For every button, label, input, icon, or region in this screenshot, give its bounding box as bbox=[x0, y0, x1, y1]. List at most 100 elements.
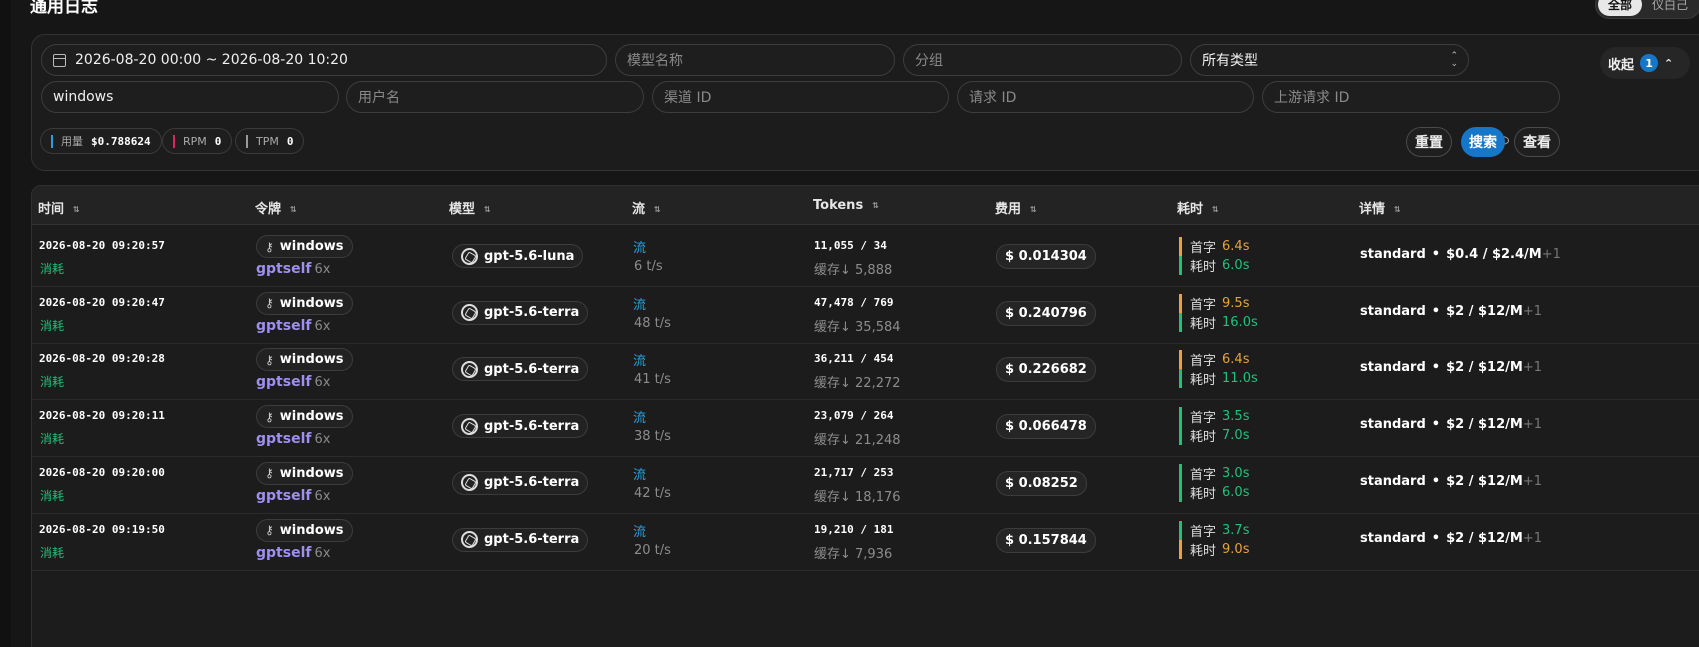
first-token-latency: 首字 9.5s bbox=[1179, 293, 1249, 313]
request-id-input[interactable]: 请求 ID bbox=[957, 81, 1254, 113]
group-label: gptself 6x bbox=[256, 317, 331, 334]
view-toggle-mine[interactable]: 仪白己 bbox=[1642, 0, 1698, 16]
date-range-picker[interactable]: 2026-08-20 00:00 ~ 2026-08-20 10:20 bbox=[41, 44, 607, 76]
column-header-cost[interactable]: 费用 ⇅ bbox=[995, 198, 1037, 217]
openai-icon bbox=[461, 474, 478, 492]
total-latency: 耗时 7.0s bbox=[1179, 426, 1249, 446]
group-input[interactable]: 分组 bbox=[903, 44, 1182, 76]
first-token-latency: 首字 3.0s bbox=[1179, 463, 1249, 483]
table-row[interactable]: 2026-08-20 09:20:11 消耗 ⚷ windows gptself 6… bbox=[32, 396, 1699, 458]
detail-info[interactable]: standard • $2 / $12/M+1 bbox=[1360, 474, 1542, 489]
detail-info[interactable]: standard • $2 / $12/M+1 bbox=[1360, 531, 1542, 546]
openai-icon bbox=[461, 247, 478, 265]
token-name-input[interactable]: windows bbox=[41, 81, 339, 113]
column-header-stream[interactable]: 流 ⇅ bbox=[632, 198, 661, 217]
log-type: 消耗 bbox=[40, 262, 65, 276]
first-token-latency: 首字 6.4s bbox=[1179, 350, 1249, 370]
token-count: 47,478 / 769 bbox=[814, 295, 894, 309]
latency-indicator bbox=[1179, 482, 1182, 502]
date-range-value: 2026-08-20 00:00 ~ 2026-08-20 10:20 bbox=[75, 52, 348, 68]
model-tag[interactable]: gpt-5.6-terra bbox=[452, 527, 589, 552]
search-button[interactable]: 搜索 bbox=[1461, 127, 1505, 157]
model-tag[interactable]: gpt-5.6-terra bbox=[452, 470, 589, 495]
detail-info[interactable]: standard • $2 / $12/M+1 bbox=[1360, 360, 1542, 375]
latency-indicator bbox=[1179, 407, 1182, 427]
type-select-value: 所有类型 bbox=[1202, 53, 1258, 69]
cost-badge: $ 0.066478 bbox=[996, 414, 1096, 440]
latency-indicator bbox=[1179, 350, 1182, 370]
log-time: 2026-08-20 09:20:47 bbox=[39, 295, 165, 309]
stream-label: 流 bbox=[633, 524, 647, 540]
log-type: 消耗 bbox=[40, 545, 65, 560]
cost-badge: $ 0.014304 bbox=[996, 244, 1096, 269]
token-tag[interactable]: ⚷ windows bbox=[256, 405, 353, 429]
rpm-indicator bbox=[173, 134, 175, 148]
openai-icon bbox=[461, 417, 478, 435]
usage-stat: 用量 $0.788624 bbox=[40, 128, 162, 154]
sort-icon: ⇅ bbox=[1212, 205, 1219, 214]
stream-speed: 48 t/s bbox=[634, 315, 671, 331]
view-toggle[interactable]: 全部 仪白己 bbox=[1594, 0, 1699, 19]
username-input[interactable]: 用户名 bbox=[346, 81, 644, 113]
log-type: 消耗 bbox=[40, 318, 65, 333]
latency-indicator bbox=[1179, 369, 1182, 389]
token-tag[interactable]: ⚷ windows bbox=[256, 235, 353, 258]
channel-id-input[interactable]: 渠道 ID bbox=[652, 81, 949, 113]
model-tag[interactable]: gpt-5.6-terra bbox=[452, 357, 589, 382]
openai-icon bbox=[461, 531, 478, 548]
type-select[interactable]: 所有类型 ⌃ ⌄ bbox=[1190, 44, 1469, 76]
view-button[interactable]: 查看 bbox=[1514, 127, 1560, 157]
sort-icon: ⇅ bbox=[872, 201, 879, 210]
table-row[interactable]: 2026-08-20 09:19:50 消耗 ⚷ windows gptself 6… bbox=[32, 510, 1699, 571]
group-label: gptself 6x bbox=[256, 487, 331, 504]
column-header-latency[interactable]: 耗时 ⇅ bbox=[1177, 198, 1219, 217]
key-icon: ⚷ bbox=[265, 296, 274, 311]
column-header-time[interactable]: 时间 ⇅ bbox=[38, 198, 80, 217]
model-tag[interactable]: gpt-5.6-terra bbox=[452, 300, 589, 325]
sort-icon: ⇅ bbox=[290, 205, 297, 214]
openai-icon bbox=[461, 360, 478, 378]
log-time: 2026-08-20 09:20:28 bbox=[39, 352, 165, 366]
table-row[interactable]: 2026-08-20 09:20:00 消耗 ⚷ windows gptself 6… bbox=[32, 453, 1699, 514]
token-tag[interactable]: ⚷ windows bbox=[256, 518, 353, 542]
column-header-tokens[interactable]: Tokens ⇅ bbox=[813, 198, 879, 213]
column-header-token[interactable]: 令牌 ⇅ bbox=[255, 198, 297, 217]
page-title: 通用日志 bbox=[30, 0, 98, 17]
detail-info[interactable]: standard • $0.4 / $2.4/M+1 bbox=[1360, 247, 1561, 262]
cache-count: 缓存↓ 5,888 bbox=[814, 263, 893, 278]
sort-icon: ⇅ bbox=[73, 205, 80, 214]
column-header-details[interactable]: 详情 ⇅ bbox=[1359, 198, 1401, 217]
view-toggle-all[interactable]: 全部 bbox=[1597, 0, 1642, 16]
key-icon: ⚷ bbox=[265, 523, 274, 537]
model-tag[interactable]: gpt-5.6-luna bbox=[452, 244, 584, 268]
group-label: gptself 6x bbox=[256, 544, 331, 561]
key-icon: ⚷ bbox=[265, 466, 274, 481]
total-latency: 耗时 6.0s bbox=[1179, 256, 1249, 275]
latency-indicator bbox=[1179, 293, 1182, 313]
stream-label: 流 bbox=[633, 354, 647, 370]
rpm-label: RPM bbox=[183, 134, 207, 148]
token-tag[interactable]: ⚷ windows bbox=[256, 291, 353, 315]
upstream-request-id-input[interactable]: 上游请求 ID bbox=[1262, 81, 1560, 113]
detail-info[interactable]: standard • $2 / $12/M+1 bbox=[1360, 417, 1542, 432]
tpm-value: 0 bbox=[286, 134, 294, 148]
latency-indicator bbox=[1179, 539, 1182, 559]
column-header-model[interactable]: 模型 ⇅ bbox=[449, 198, 491, 217]
collapse-button[interactable]: 收起 1 ⌃ bbox=[1600, 47, 1690, 79]
token-tag[interactable]: ⚷ windows bbox=[256, 461, 353, 485]
model-name-input[interactable]: 模型名称 bbox=[615, 44, 895, 76]
model-tag[interactable]: gpt-5.6-terra bbox=[452, 414, 589, 439]
key-icon: ⚷ bbox=[265, 352, 274, 367]
token-tag[interactable]: ⚷ windows bbox=[256, 348, 353, 372]
table-row[interactable]: 2026-08-20 09:20:57 消耗 ⚷ windows gptself 6… bbox=[32, 226, 1699, 287]
log-time: 2026-08-20 09:20:57 bbox=[39, 239, 165, 252]
detail-info[interactable]: standard • $2 / $12/M+1 bbox=[1360, 304, 1542, 319]
table-header: 时间 ⇅ 令牌 ⇅ 模型 ⇅ 流 ⇅ Tokens ⇅ 费用 ⇅ 耗时 ⇅ 详情 ⇅ bbox=[32, 186, 1699, 225]
token-count: 23,079 / 264 bbox=[814, 409, 894, 423]
reset-button[interactable]: 重置 bbox=[1406, 127, 1452, 157]
table-row[interactable]: 2026-08-20 09:20:28 消耗 ⚷ windows gptself 6… bbox=[32, 339, 1699, 401]
table-row[interactable]: 2026-08-20 09:20:47 消耗 ⚷ windows gptself 6… bbox=[32, 283, 1699, 344]
first-token-latency: 首字 6.4s bbox=[1179, 237, 1249, 256]
chevron-up-icon: ⌃ bbox=[1664, 56, 1674, 70]
latency-indicator bbox=[1179, 312, 1182, 332]
